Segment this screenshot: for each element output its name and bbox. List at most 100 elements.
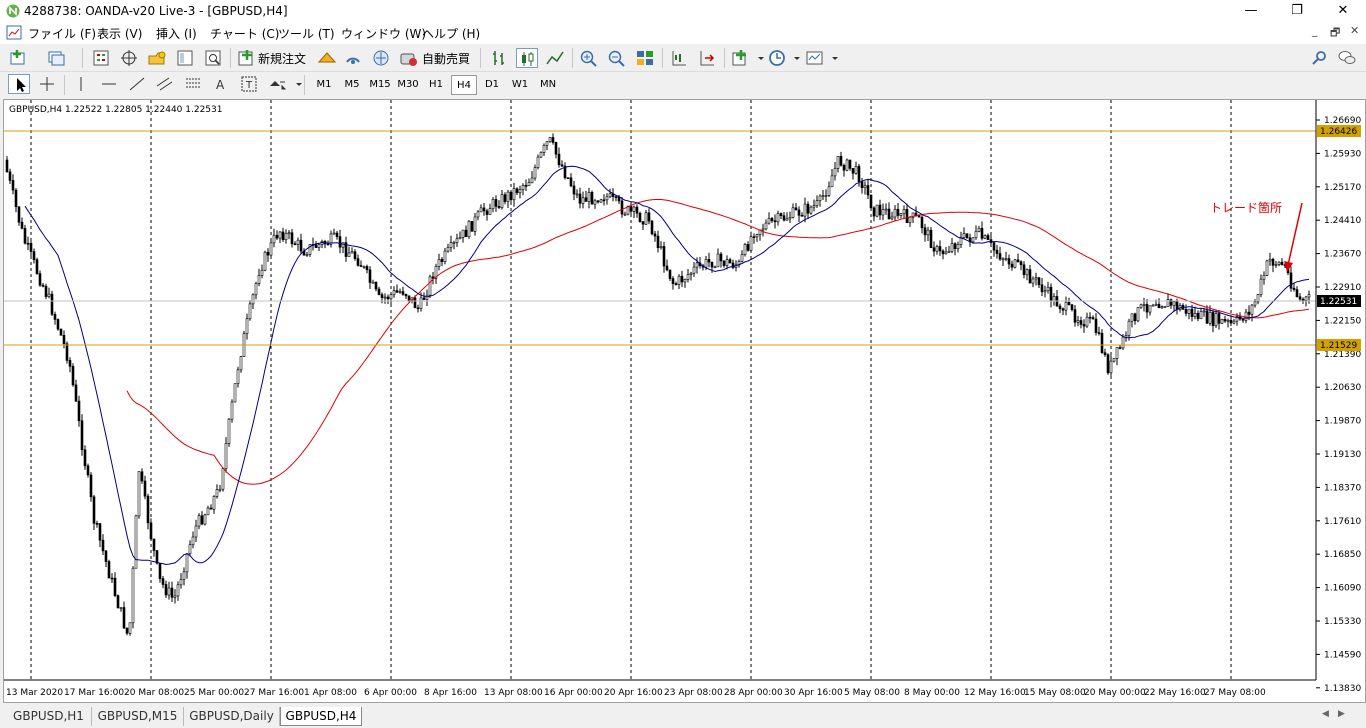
chat-icon[interactable] xyxy=(1336,48,1358,68)
profiles-icon[interactable] xyxy=(46,48,68,68)
arrows-dropdown-icon[interactable] xyxy=(288,74,302,94)
data-window-icon[interactable] xyxy=(118,48,140,68)
chart-shift-icon[interactable] xyxy=(668,48,690,68)
candle-body xyxy=(455,238,459,243)
timeframe-h1[interactable]: H1 xyxy=(423,75,449,95)
candle-body xyxy=(800,215,804,217)
candle-body xyxy=(782,215,786,221)
candle-body xyxy=(419,297,423,309)
arrows-icon[interactable] xyxy=(266,74,288,94)
candle-body xyxy=(1175,301,1179,310)
timeframe-h4[interactable]: H4 xyxy=(451,75,477,95)
candle-body xyxy=(470,220,474,232)
zoom-out-icon[interactable] xyxy=(606,48,628,68)
auto-trading-icon[interactable] xyxy=(398,48,420,68)
timeframe-m30[interactable]: M30 xyxy=(395,75,421,95)
new-chart-icon[interactable] xyxy=(8,48,30,68)
menu-tools[interactable]: ツール (T) xyxy=(278,25,335,42)
close-button[interactable]: ✕ xyxy=(1320,0,1366,22)
auto-trading-button[interactable]: 自動売買 xyxy=(422,50,470,67)
candle-body xyxy=(518,189,522,193)
tab-gbpusd-h4[interactable]: GBPUSD,H4 xyxy=(280,707,362,726)
crosshair-icon[interactable] xyxy=(36,74,58,94)
tile-windows-icon[interactable] xyxy=(634,48,656,68)
new-order-button[interactable]: 新規注文 xyxy=(258,50,306,67)
terminal-icon[interactable] xyxy=(174,48,196,68)
mdi-minimize-button[interactable]: _ xyxy=(1312,24,1318,37)
candle-body xyxy=(899,213,903,216)
candle-body xyxy=(1061,308,1065,311)
candle-body xyxy=(413,297,417,309)
trendline-icon[interactable] xyxy=(126,74,148,94)
tab-gbpusd-m15[interactable]: GBPUSD,M15 xyxy=(92,707,184,726)
tab-scroll-right-icon[interactable]: ▶ xyxy=(1338,709,1345,719)
menu-file[interactable]: ファイル (F) xyxy=(28,25,96,42)
candle-body xyxy=(935,246,939,252)
candle-body xyxy=(614,196,618,198)
mdi-restore-button[interactable]: 🗗 xyxy=(1330,24,1340,43)
auto-scroll-icon[interactable] xyxy=(696,48,718,68)
menu-window[interactable]: ウィンドウ (W) xyxy=(341,25,426,42)
vertical-line-icon[interactable] xyxy=(70,74,92,94)
mdi-close-button[interactable]: ✕ xyxy=(1350,24,1359,37)
trade-annotation-arrow[interactable] xyxy=(1287,202,1303,266)
strategy-tester-icon[interactable] xyxy=(202,48,224,68)
tab-scroll-left-icon[interactable]: ◀ xyxy=(1322,709,1329,719)
candle-body xyxy=(512,188,516,201)
bar-chart-icon[interactable] xyxy=(488,48,510,68)
navigator-icon[interactable] xyxy=(146,48,168,68)
cursor-icon[interactable] xyxy=(8,74,30,94)
candle-body xyxy=(236,369,240,384)
templates-dropdown-icon[interactable] xyxy=(824,48,838,68)
periods-icon[interactable] xyxy=(766,48,788,68)
tab-gbpusd-daily[interactable]: GBPUSD,Daily xyxy=(184,707,280,726)
equidistant-channel-icon[interactable] xyxy=(154,74,176,94)
candle-body xyxy=(473,216,477,232)
horizontal-line-icon[interactable] xyxy=(98,74,120,94)
fibonacci-icon[interactable] xyxy=(182,74,204,94)
chart-window[interactable]: 1.26690 1.25930 1.25170 1.24410 1.23670 1.229… xyxy=(3,99,1366,703)
timeframe-m5[interactable]: M5 xyxy=(339,75,365,95)
menu-insert[interactable]: 挿入 (I) xyxy=(156,25,197,42)
timeframe-mn[interactable]: MN xyxy=(535,75,561,95)
menu-view[interactable]: 表示 (V) xyxy=(97,25,142,42)
candle-body xyxy=(767,218,771,224)
minimize-button[interactable]: — xyxy=(1228,0,1274,22)
price-chart[interactable]: 1.26690 1.25930 1.25170 1.24410 1.23670 1.229… xyxy=(4,100,1365,702)
text-icon[interactable]: A xyxy=(210,74,232,94)
candle-body xyxy=(1214,313,1218,327)
chart-document-icon xyxy=(6,25,22,40)
templates-icon[interactable] xyxy=(804,48,826,68)
candle-body xyxy=(254,283,258,296)
candle-body xyxy=(332,232,336,235)
timeframe-d1[interactable]: D1 xyxy=(479,75,505,95)
candlestick-chart-icon[interactable] xyxy=(516,48,538,68)
text-label-icon[interactable]: T xyxy=(238,74,260,94)
search-icon[interactable] xyxy=(1308,48,1330,68)
candle-body xyxy=(164,584,168,596)
trade-annotation-text[interactable]: トレード箇所 xyxy=(1210,201,1282,215)
new-order-icon[interactable] xyxy=(236,48,258,68)
candle-body xyxy=(464,229,468,238)
maximize-button[interactable]: ❐ xyxy=(1274,0,1320,22)
candle-body xyxy=(746,244,750,251)
candle-body xyxy=(227,418,231,444)
signals-icon[interactable] xyxy=(342,48,364,68)
timeframe-w1[interactable]: W1 xyxy=(507,75,533,95)
community-icon[interactable] xyxy=(370,48,392,68)
periods-dropdown-icon[interactable] xyxy=(786,48,800,68)
candle-body xyxy=(533,167,537,179)
tab-gbpusd-h1[interactable]: GBPUSD,H1 xyxy=(6,707,92,726)
timeframe-m1[interactable]: M1 xyxy=(311,75,337,95)
candle-body xyxy=(1115,347,1119,359)
menu-chart[interactable]: チャート (C) xyxy=(210,25,279,42)
indicators-icon[interactable] xyxy=(730,48,752,68)
candle-body xyxy=(923,227,927,236)
timeframe-m15[interactable]: M15 xyxy=(367,75,393,95)
zoom-in-icon[interactable] xyxy=(578,48,600,68)
market-watch-icon[interactable] xyxy=(90,48,112,68)
market-icon[interactable] xyxy=(316,48,338,68)
menu-help[interactable]: ヘルプ (H) xyxy=(422,25,480,42)
line-chart-icon[interactable] xyxy=(544,48,566,68)
indicators-dropdown-icon[interactable] xyxy=(750,48,764,68)
